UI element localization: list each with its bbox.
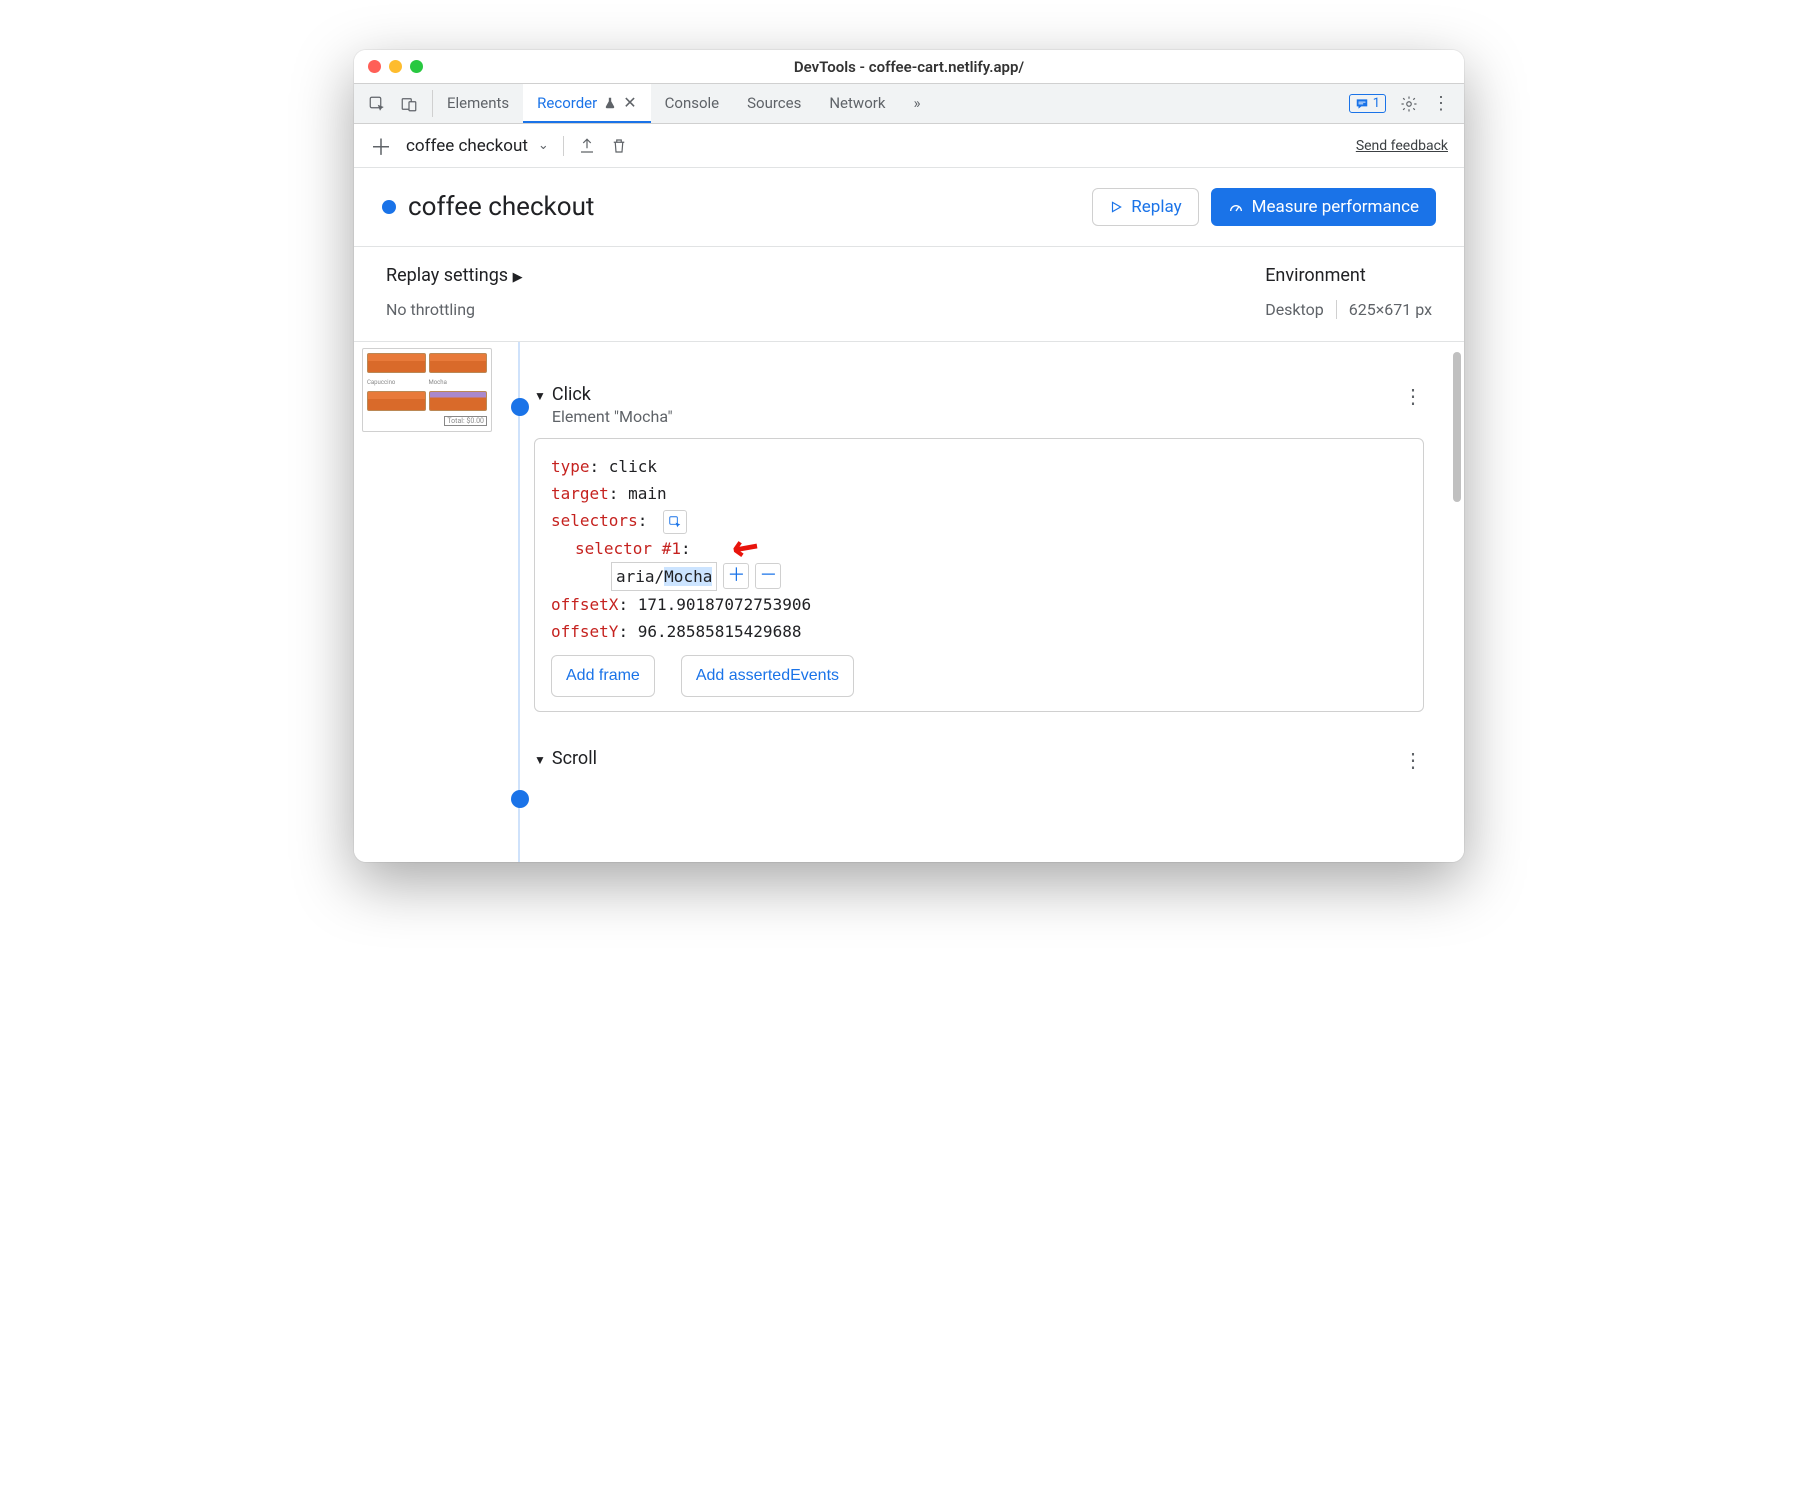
chevron-down-icon: ⌄: [538, 138, 549, 153]
window-title: DevTools - coffee-cart.netlify.app/: [354, 58, 1464, 76]
scrollbar-thumb[interactable]: [1453, 352, 1461, 502]
step-scroll: ▼ Scroll ⋮: [534, 748, 1424, 772]
add-frame-button[interactable]: Add frame: [551, 655, 655, 696]
kebab-icon[interactable]: ⋮: [1432, 93, 1450, 114]
replay-settings-row: Replay settings ▶ No throttling Environm…: [354, 247, 1464, 342]
trash-icon[interactable]: [610, 137, 628, 155]
gear-icon[interactable]: [1400, 95, 1418, 113]
tab-sources[interactable]: Sources: [733, 84, 815, 123]
device-toggle-icon[interactable]: [400, 95, 418, 113]
play-icon: [1109, 200, 1123, 214]
environment-dimensions: 625×671 px: [1336, 300, 1432, 319]
environment-header: Environment: [1265, 265, 1432, 286]
recording-status-dot: [382, 200, 396, 214]
timeline-dot[interactable]: [511, 790, 529, 808]
replay-settings-toggle[interactable]: Replay settings ▶: [386, 265, 523, 286]
timeline-rail: [504, 342, 534, 862]
tab-overflow[interactable]: »: [899, 84, 934, 123]
selector-input[interactable]: aria/Mocha: [611, 562, 717, 591]
gauge-icon: [1228, 199, 1244, 215]
close-tab-icon[interactable]: ✕: [623, 93, 636, 112]
step-title: Click: [552, 384, 673, 405]
recorder-toolbar: ＋ coffee checkout ⌄ Send feedback: [354, 124, 1464, 168]
throttling-value: No throttling: [386, 300, 523, 319]
tab-recorder[interactable]: Recorder ✕: [523, 84, 650, 123]
issues-badge[interactable]: 1: [1349, 94, 1386, 113]
chevron-right-icon: ▶: [513, 270, 523, 285]
thumbnail-column: CapuccinoMocha Total: $0.00: [354, 342, 504, 862]
inspect-icon[interactable]: [368, 95, 386, 113]
experiment-icon: [603, 96, 617, 110]
step-details-box: ↙ type: click target: main selectors: se…: [534, 438, 1424, 712]
timeline-dot[interactable]: [511, 398, 529, 416]
environment-device: Desktop: [1265, 300, 1324, 319]
add-asserted-events-button[interactable]: Add assertedEvents: [681, 655, 854, 696]
caret-down-icon[interactable]: ▼: [534, 753, 546, 767]
tab-network[interactable]: Network: [815, 84, 899, 123]
send-feedback-link[interactable]: Send feedback: [1356, 138, 1448, 154]
recording-header: coffee checkout Replay Measure performan…: [354, 168, 1464, 247]
tab-console[interactable]: Console: [651, 84, 734, 123]
devtools-window: DevTools - coffee-cart.netlify.app/ Elem…: [354, 50, 1464, 862]
measure-performance-button[interactable]: Measure performance: [1211, 188, 1436, 226]
remove-selector-button[interactable]: －: [755, 563, 781, 589]
titlebar: DevTools - coffee-cart.netlify.app/: [354, 50, 1464, 84]
step-subtitle: Element "Mocha": [552, 407, 673, 426]
devtools-tabstrip: Elements Recorder ✕ Console Sources Netw…: [354, 84, 1464, 124]
replay-button[interactable]: Replay: [1092, 188, 1198, 226]
export-icon[interactable]: [578, 137, 596, 155]
step-thumbnail: CapuccinoMocha Total: $0.00: [362, 348, 492, 432]
kebab-icon[interactable]: ⋮: [1403, 384, 1424, 408]
selector-picker-button[interactable]: [663, 510, 687, 534]
kebab-icon[interactable]: ⋮: [1403, 748, 1424, 772]
timeline: CapuccinoMocha Total: $0.00 ▼ Click Elem…: [354, 342, 1464, 862]
step-click: ▼ Click Element "Mocha" ⋮ ↙ type: click …: [534, 384, 1424, 712]
new-recording-button[interactable]: ＋: [370, 130, 392, 162]
recording-select[interactable]: coffee checkout ⌄: [406, 136, 564, 156]
tab-elements[interactable]: Elements: [433, 84, 523, 123]
chat-icon: [1355, 97, 1369, 111]
caret-down-icon[interactable]: ▼: [534, 389, 546, 403]
recording-title: coffee checkout: [408, 192, 594, 222]
step-title: Scroll: [552, 748, 597, 769]
